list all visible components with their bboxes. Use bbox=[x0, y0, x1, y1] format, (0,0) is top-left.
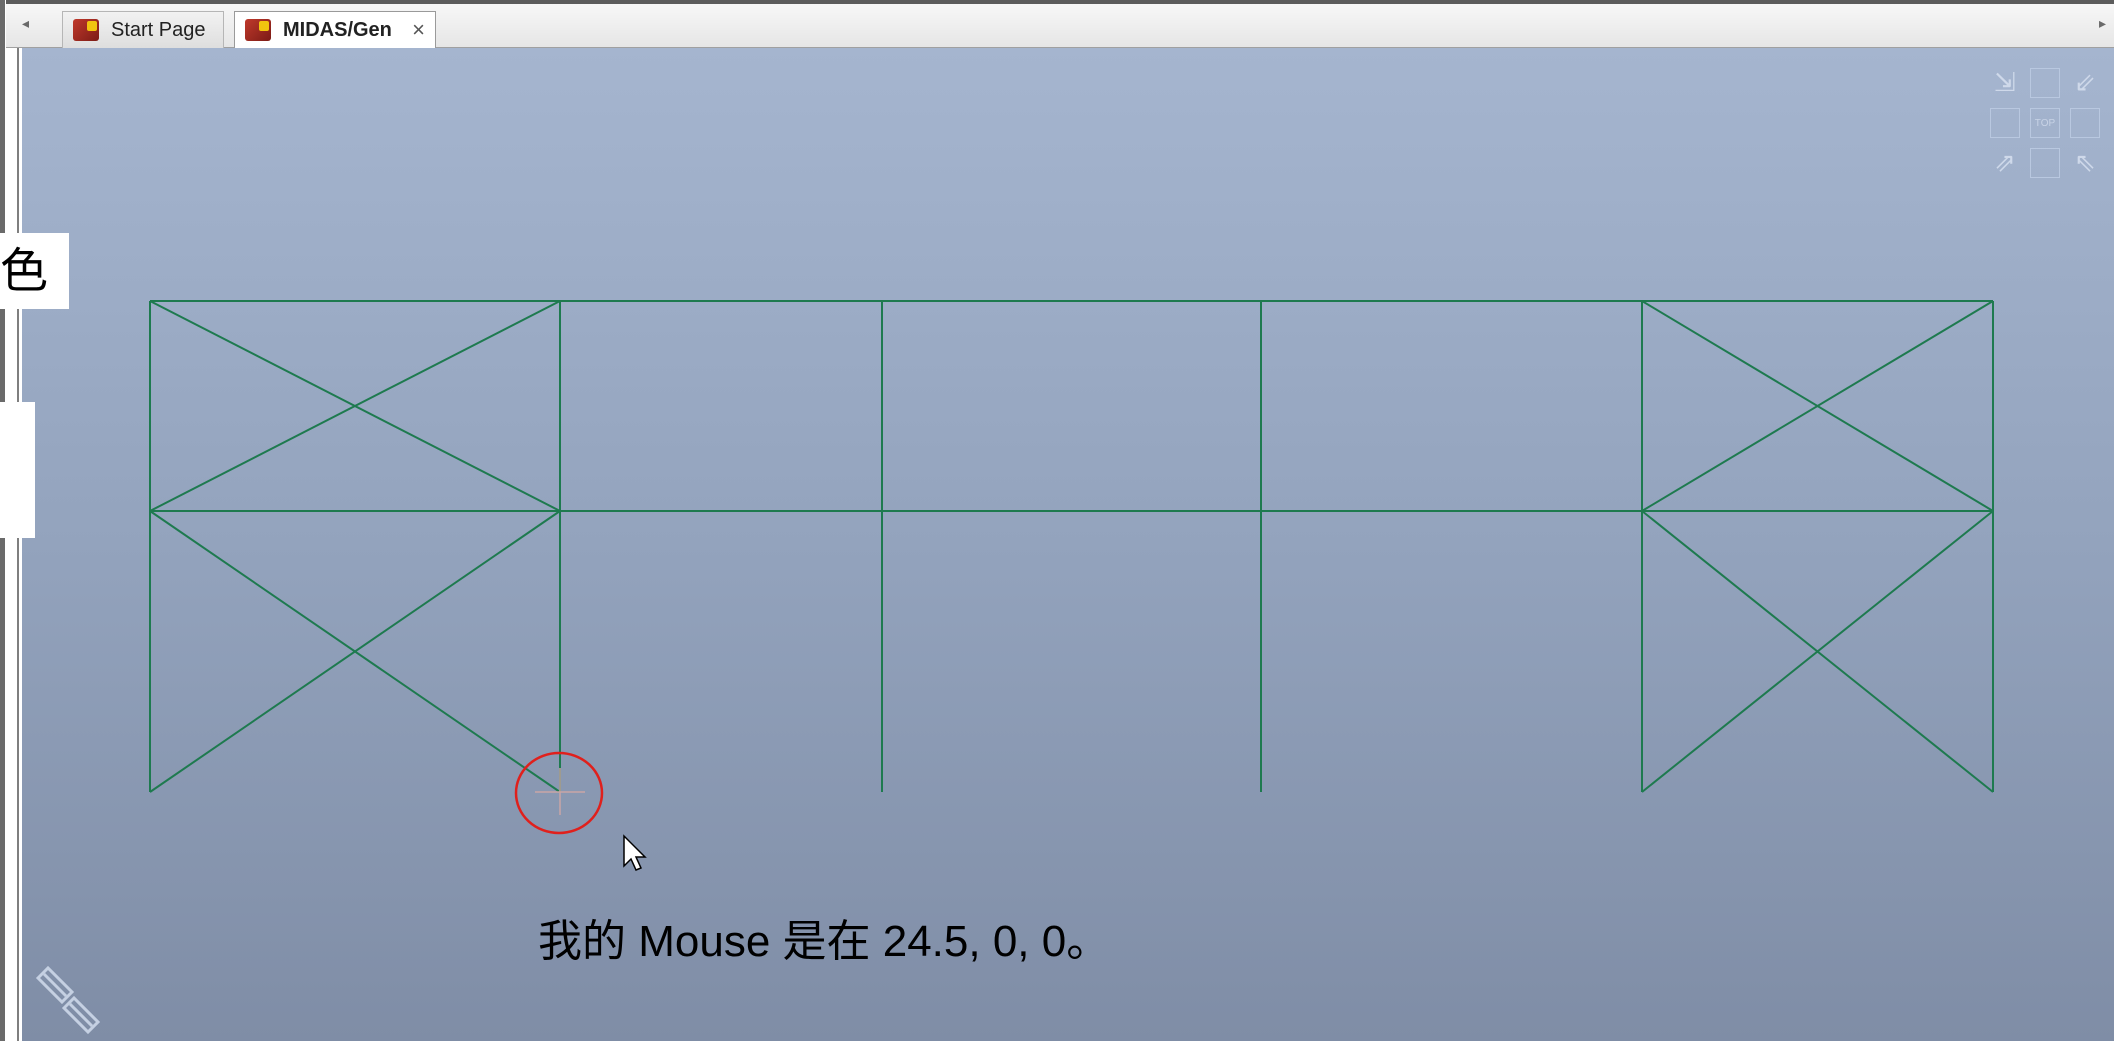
view-face[interactable] bbox=[2070, 108, 2100, 138]
crosshair-icon bbox=[535, 768, 585, 815]
view-face[interactable] bbox=[1990, 108, 2020, 138]
view-face[interactable] bbox=[2030, 148, 2060, 178]
view-arrow-icon[interactable]: ⇲ bbox=[1990, 68, 2020, 98]
view-arrow-icon[interactable]: ⇙ bbox=[2070, 68, 2100, 98]
structure-frame bbox=[149, 300, 1994, 871]
viewcube-icon[interactable]: ⇲ ⇙ TOP ⇗ ⇖ bbox=[1990, 68, 2100, 178]
caption-text: 我的 Mouse 是在 24.5, 0, 0。 bbox=[538, 917, 1111, 966]
cursor-arrow-icon bbox=[623, 834, 647, 871]
view-arrow-icon[interactable]: ⇖ bbox=[2070, 148, 2100, 178]
view-top-face[interactable]: TOP bbox=[2030, 108, 2060, 138]
view-face[interactable] bbox=[2030, 68, 2060, 98]
view-arrow-icon[interactable]: ⇗ bbox=[1990, 148, 2020, 178]
pencil-icon bbox=[35, 966, 101, 1035]
